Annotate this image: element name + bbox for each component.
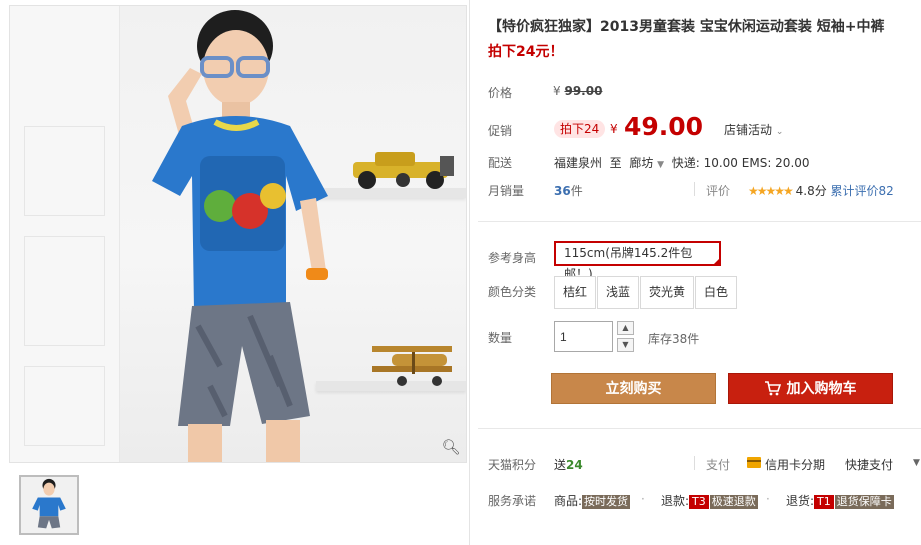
service-badge: T3 [689,495,709,509]
cart-icon [764,381,781,396]
chevron-down-icon: ⌄ [775,127,784,137]
service-item-shipping[interactable]: 商品: 按时发货 [554,492,631,509]
points-info: 送24 [554,456,583,473]
rating-label: 评价 [706,184,731,198]
ship-destination-select[interactable]: 廊坊 ▼ [629,156,668,170]
toy-plane-illustration [372,346,452,386]
color-option-white[interactable]: 白色 [695,276,738,309]
rating-stars: ★★★★★ [748,184,794,198]
shipping-label: 配送 [488,156,513,170]
toy-car-illustration [353,152,454,189]
rating-score: 4.8分 [795,184,827,198]
promo-price: 49.00 [624,112,704,141]
ship-to-word: 至 [609,156,622,170]
service-badge: T1 [814,495,834,509]
zoom-icon[interactable]: 🔍︎ [440,436,462,458]
points-text: 送 [554,458,567,472]
color-option-light-blue[interactable]: 浅蓝 [597,276,640,309]
color-option-fluorescent-yellow[interactable]: 荧光黄 [640,276,695,309]
review-link[interactable]: 累计评价82 [831,184,894,198]
original-price-value: 99.00 [564,84,603,98]
promo-label: 促销 [488,124,513,138]
size-option-selected[interactable]: 115cm(吊牌145.2件包邮！) [554,241,721,281]
size-label: 参考身高 [488,251,537,265]
thumbnail-illustration [21,477,77,533]
service-tag: 退货保障卡 [834,495,894,509]
add-to-cart-label: 加入购物车 [786,380,857,396]
separator-dot: · [641,492,645,506]
buy-now-button[interactable]: 立刻购买 [551,373,716,404]
boy-model-illustration [152,10,328,462]
service-prefix: 商品: [554,494,583,508]
service-prefix: 退款: [661,494,690,508]
points-value: 24 [566,458,583,472]
shop-promo-dropdown[interactable]: 店铺活动 ⌄ [724,121,783,138]
rating: ★★★★★ 4.8分 累计评价82 [748,182,894,199]
payment-label: 支付 [706,458,731,472]
service-label: 服务承诺 [488,494,537,508]
section-divider [478,221,921,222]
column-divider [469,0,470,545]
shop-promo-label: 店铺活动 [724,123,773,137]
promo-currency: ¥ [610,122,618,136]
color-label: 颜色分类 [488,285,537,299]
add-to-cart-button[interactable]: 加入购物车 [728,373,893,404]
divider [694,456,695,470]
ship-destination: 廊坊 [629,156,654,170]
quantity-decrease-button[interactable]: ▼ [617,338,634,352]
service-tag: 极速退款 [709,495,758,509]
service-tag: 按时发货 [582,495,631,509]
price-label: 价格 [488,86,513,100]
caret-down-icon[interactable]: ▼ [913,458,920,468]
quick-pay-link[interactable]: 快捷支付 [845,456,893,473]
ship-from: 福建泉州 [554,156,603,170]
caret-down-icon: ▼ [657,160,665,170]
color-option-orange-red[interactable]: 桔红 [554,276,597,309]
product-title: 【特价疯狂独家】2013男童套装 宝宝休闲运动套装 短袖+中裤 [488,19,885,35]
separator-dot: · [766,492,770,506]
currency-symbol: ¥ [553,84,561,98]
quantity-increase-button[interactable]: ▲ [617,321,634,335]
credit-card-icon [747,457,761,468]
product-main-image[interactable]: 🔍︎ [9,5,467,463]
stock-count: 库存38件 [648,332,700,346]
sales-label: 月销量 [488,184,525,198]
quantity-label: 数量 [488,331,513,345]
sales-count: 36件 [554,182,583,199]
service-item-return[interactable]: 退货: T1 退货保障卡 [786,492,894,509]
points-label: 天猫积分 [488,458,537,472]
selected-check-icon [712,257,721,266]
shipping-fee: 快递: 10.00 EMS: 20.00 [671,156,810,170]
promo-badge: 拍下24 [554,120,606,138]
sales-unit: 件 [570,184,583,198]
credit-installment-link[interactable]: 信用卡分期 [765,456,825,473]
original-price: ¥ 99.00 [553,84,602,98]
product-thumbnail[interactable] [19,475,79,535]
service-item-refund[interactable]: 退款: T3 极速退款 [661,492,758,509]
sales-count-value: 36 [554,184,571,198]
shipping-info: 福建泉州 至 廊坊 ▼ 快递: 10.00 EMS: 20.00 [554,154,810,171]
divider [694,182,695,196]
service-prefix: 退货: [786,494,815,508]
section-divider [478,428,921,429]
product-subtitle: 拍下24元！ [488,44,564,60]
quantity-input[interactable] [554,321,613,352]
